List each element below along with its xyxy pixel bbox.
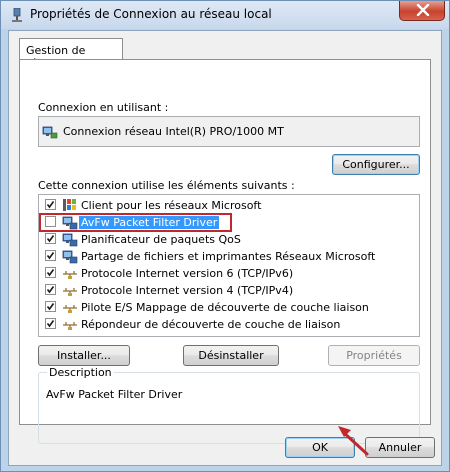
list-item-label: AvFw Packet Filter Driver <box>79 216 220 229</box>
cancel-button[interactable]: Annuler <box>365 437 435 458</box>
network-connection-icon <box>11 7 23 22</box>
list-item-label: Protocole Internet version 6 (TCP/IPv6) <box>81 267 294 280</box>
description-legend: Description <box>47 366 114 379</box>
title-bar[interactable]: Propriétés de Connexion au réseau local <box>1 1 449 29</box>
annotation-arrow <box>338 426 369 456</box>
list-item[interactable]: Partage de fichiers et imprimantes Résea… <box>39 248 419 265</box>
list-item-selected[interactable]: AvFw Packet Filter Driver <box>39 213 419 232</box>
network-adapter-icon <box>42 124 58 143</box>
tab-panel: Connexion en utilisant : Connexion résea… <box>19 59 431 444</box>
list-item-label: Client pour les réseaux Microsoft <box>81 199 262 212</box>
checkbox-ipv6[interactable] <box>45 267 56 278</box>
list-item-label: Pilote E/S Mappage de découverte de couc… <box>81 301 369 314</box>
close-button[interactable] <box>399 1 445 21</box>
checkbox-avfw-packet-filter[interactable] <box>45 216 56 227</box>
properties-button[interactable]: Propriétés <box>328 345 420 366</box>
protocol-icon <box>62 317 78 335</box>
checkbox-client-microsoft[interactable] <box>45 199 56 210</box>
checkbox-ipv4[interactable] <box>45 284 56 295</box>
dialog-window: Propriétés de Connexion au réseau local … <box>0 0 450 472</box>
list-item[interactable]: Protocole Internet version 4 (TCP/IPv4) <box>39 282 419 299</box>
list-item-label: Protocole Internet version 4 (TCP/IPv4) <box>81 284 294 297</box>
checkbox-lltd-mapper[interactable] <box>45 301 56 312</box>
uninstall-button[interactable]: Désinstaller <box>183 345 279 366</box>
checkbox-lltd-responder[interactable] <box>45 318 56 329</box>
adapter-name: Connexion réseau Intel(R) PRO/1000 MT <box>63 125 284 138</box>
dialog-client-area: Gestion de réseau Connexion en utilisant… <box>8 30 442 466</box>
list-item-label: Partage de fichiers et imprimantes Résea… <box>81 250 376 263</box>
adapter-field: Connexion réseau Intel(R) PRO/1000 MT <box>38 116 420 147</box>
list-item-label: Répondeur de découverte de couche de lia… <box>81 318 341 331</box>
configure-button[interactable]: Configurer... <box>332 154 420 175</box>
checkbox-qos[interactable] <box>45 233 56 244</box>
tab-gestion-de-reseau[interactable]: Gestion de réseau <box>19 38 123 70</box>
list-item-label: Planificateur de paquets QoS <box>81 233 241 246</box>
components-label: Cette connexion utilise les éléments sui… <box>38 179 295 192</box>
connection-label: Connexion en utilisant : <box>38 101 169 114</box>
install-button[interactable]: Installer... <box>38 345 130 366</box>
list-item[interactable]: Planificateur de paquets QoS <box>39 231 419 248</box>
list-item[interactable]: Protocole Internet version 6 (TCP/IPv6) <box>39 265 419 282</box>
list-item[interactable]: Répondeur de découverte de couche de lia… <box>39 316 419 333</box>
list-item[interactable]: Pilote E/S Mappage de découverte de couc… <box>39 299 419 316</box>
components-list: Client pour les réseaux Microsoft AvFw P… <box>38 194 420 337</box>
window-title: Propriétés de Connexion au réseau local <box>30 7 272 21</box>
checkbox-file-sharing[interactable] <box>45 250 56 261</box>
description-text: AvFw Packet Filter Driver <box>46 388 183 401</box>
close-icon <box>416 4 430 16</box>
list-item[interactable]: Client pour les réseaux Microsoft <box>39 197 419 214</box>
